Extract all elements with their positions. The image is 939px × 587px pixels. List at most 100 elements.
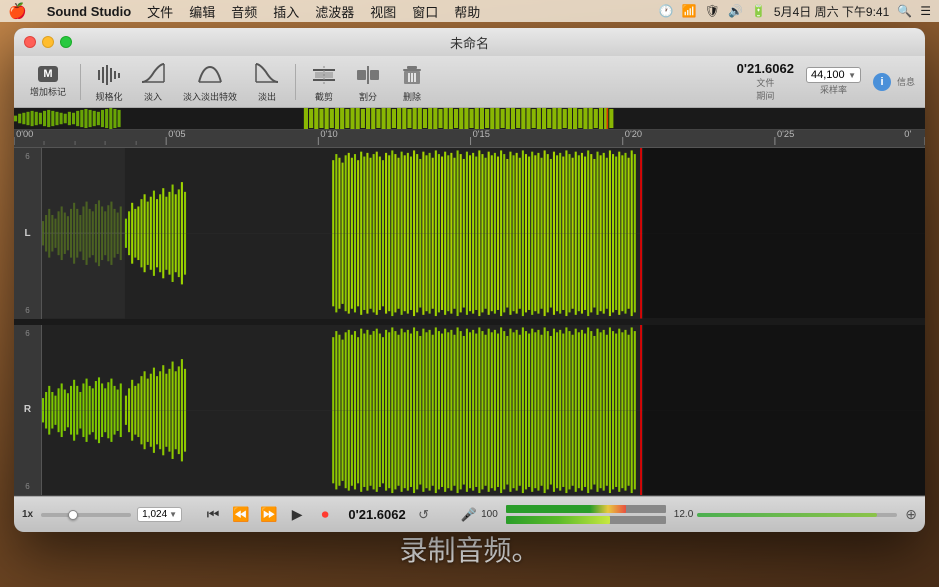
search-icon[interactable]: 🔍 xyxy=(897,4,912,18)
sample-rate-label: 采样率 xyxy=(820,83,847,96)
overview-track xyxy=(14,108,925,130)
wifi-icon: 📶 xyxy=(682,4,697,18)
level-bar-right xyxy=(506,516,666,524)
left-bot-scale: 6 xyxy=(25,306,29,315)
split-label: 割分 xyxy=(359,90,377,103)
traffic-lights xyxy=(24,36,72,48)
level-num: 12.0 xyxy=(674,509,693,520)
menu-file[interactable]: 文件 xyxy=(147,2,173,21)
menu-help[interactable]: 帮助 xyxy=(454,2,480,21)
master-vol-slider[interactable] xyxy=(697,513,897,517)
svg-text:0': 0' xyxy=(904,130,911,139)
sub-ruler: 0'00 0'05 0'10 0'15 0'20 0'25 0' xyxy=(14,130,925,148)
marker-badge: M xyxy=(38,66,57,82)
minimize-button[interactable] xyxy=(42,36,54,48)
fade-in-button[interactable]: 淡入 xyxy=(133,59,173,105)
fade-out-button[interactable]: 淡出 xyxy=(247,59,287,105)
info-button[interactable]: i xyxy=(873,73,891,91)
title-bar: 未命名 xyxy=(14,28,925,56)
zoom-slider[interactable] xyxy=(41,513,131,517)
right-bot-scale: 6 xyxy=(25,482,29,491)
menubar: 🍎 Sound Studio 文件 编辑 音频 插入 滤波器 视图 窗口 帮助 … xyxy=(0,0,939,22)
add-marker-label: 增加标记 xyxy=(30,85,66,98)
menu-filter[interactable]: 滤波器 xyxy=(315,2,354,21)
play-button[interactable]: ▶ xyxy=(286,504,308,526)
svg-text:0'25: 0'25 xyxy=(777,130,794,139)
fade-in-out-button[interactable]: 淡入淡出特效 xyxy=(177,59,243,105)
level-meter-right xyxy=(506,516,666,524)
right-waveform-area[interactable] xyxy=(42,325,925,496)
left-channel-label-area: 6 L 6 xyxy=(14,148,42,319)
waveform-container[interactable]: 6 L 6 xyxy=(14,148,925,496)
trim-icon xyxy=(310,61,338,89)
app-name[interactable]: Sound Studio xyxy=(47,4,131,19)
vol-num: 100 xyxy=(481,509,498,520)
toolbar-separator-2 xyxy=(295,64,296,100)
zoom-thumb[interactable] xyxy=(68,510,78,520)
fade-in-out-label: 淡入淡出特效 xyxy=(183,90,237,103)
level-fill-right xyxy=(506,516,610,524)
sample-rate-block: 44,100 ▼ 采样率 xyxy=(806,67,861,96)
delete-icon xyxy=(398,61,426,89)
trim-button[interactable]: 截剪 xyxy=(304,59,344,105)
refresh-button[interactable]: ↺ xyxy=(418,507,429,523)
forward-button[interactable]: ⏩ xyxy=(258,504,280,526)
left-waveform-area[interactable]: // This will be replaced by actual SVG r… xyxy=(42,148,925,319)
battery-icon: 🔋 xyxy=(751,4,766,18)
fade-in-icon xyxy=(139,61,167,89)
info-label: 信息 xyxy=(897,75,915,88)
mic-icon: 🎤 xyxy=(461,507,477,523)
right-channel-label-area: 6 R 6 xyxy=(14,325,42,496)
rewind-button[interactable]: ⏮ xyxy=(202,504,224,526)
fade-out-label: 淡出 xyxy=(258,90,276,103)
normalize-button[interactable]: 规格化 xyxy=(89,59,129,105)
security-icon: 🛡 xyxy=(705,4,720,18)
level-meter-left xyxy=(506,505,666,513)
svg-text:0'05: 0'05 xyxy=(168,130,185,139)
menu-extra-icon[interactable]: ☰ xyxy=(920,4,931,18)
add-marker-button[interactable]: M 增加标记 xyxy=(24,64,72,100)
record-button[interactable]: ⏺ xyxy=(314,504,336,526)
maximize-button[interactable] xyxy=(60,36,72,48)
app-window: 未命名 M 增加标记 规格化 xyxy=(14,28,925,532)
clock-icon: 🕐 xyxy=(659,4,674,18)
zoom-label: 1x xyxy=(22,509,33,520)
menubar-right: 🕐 📶 🛡 🔊 🔋 5月4日 周六 下午9:41 🔍 ☰ xyxy=(659,3,931,20)
period-label: 期间 xyxy=(756,89,774,102)
master-vol-fill xyxy=(697,513,877,517)
level-fill-left xyxy=(506,505,626,513)
volume-icon: 🔊 xyxy=(728,4,743,18)
menu-audio[interactable]: 音频 xyxy=(231,2,257,21)
menu-edit[interactable]: 编辑 xyxy=(189,2,215,21)
split-button[interactable]: 割分 xyxy=(348,59,388,105)
menu-insert[interactable]: 插入 xyxy=(273,2,299,21)
right-top-scale: 6 xyxy=(25,329,29,338)
zoom-value-box[interactable]: 1,024 ▼ xyxy=(137,507,182,522)
duration-block: 0'21.6062 文件 期间 xyxy=(737,61,794,102)
duration-value: 0'21.6062 xyxy=(737,61,794,76)
sample-rate-input[interactable]: 44,100 ▼ xyxy=(806,67,861,83)
fade-out-icon xyxy=(253,61,281,89)
left-channel-row: 6 L 6 xyxy=(14,148,925,325)
normalize-icon xyxy=(95,61,123,89)
zoom-dropdown-arrow: ▼ xyxy=(169,510,177,519)
close-button[interactable] xyxy=(24,36,36,48)
toolbar: M 增加标记 规格化 xyxy=(14,56,925,108)
left-top-scale: 6 xyxy=(25,152,29,161)
delete-label: 删除 xyxy=(403,90,421,103)
menu-window[interactable]: 窗口 xyxy=(412,2,438,21)
menu-view[interactable]: 视图 xyxy=(370,2,396,21)
apple-menu-icon[interactable]: 🍎 xyxy=(8,2,27,20)
datetime-display: 5月4日 周六 下午9:41 xyxy=(774,3,889,20)
delete-button[interactable]: 删除 xyxy=(392,59,432,105)
expand-button[interactable]: ⊕ xyxy=(905,506,917,523)
svg-text:0'10: 0'10 xyxy=(320,130,337,139)
svg-text:0'00: 0'00 xyxy=(16,130,33,139)
time-display: 0'21.6062 xyxy=(342,507,412,522)
svg-text:0'15: 0'15 xyxy=(473,130,490,139)
window-title: 未命名 xyxy=(450,33,489,52)
fade-in-label: 淡入 xyxy=(144,90,162,103)
level-bar-left xyxy=(506,505,666,513)
toolbar-separator-1 xyxy=(80,64,81,100)
back-button[interactable]: ⏪ xyxy=(230,504,252,526)
